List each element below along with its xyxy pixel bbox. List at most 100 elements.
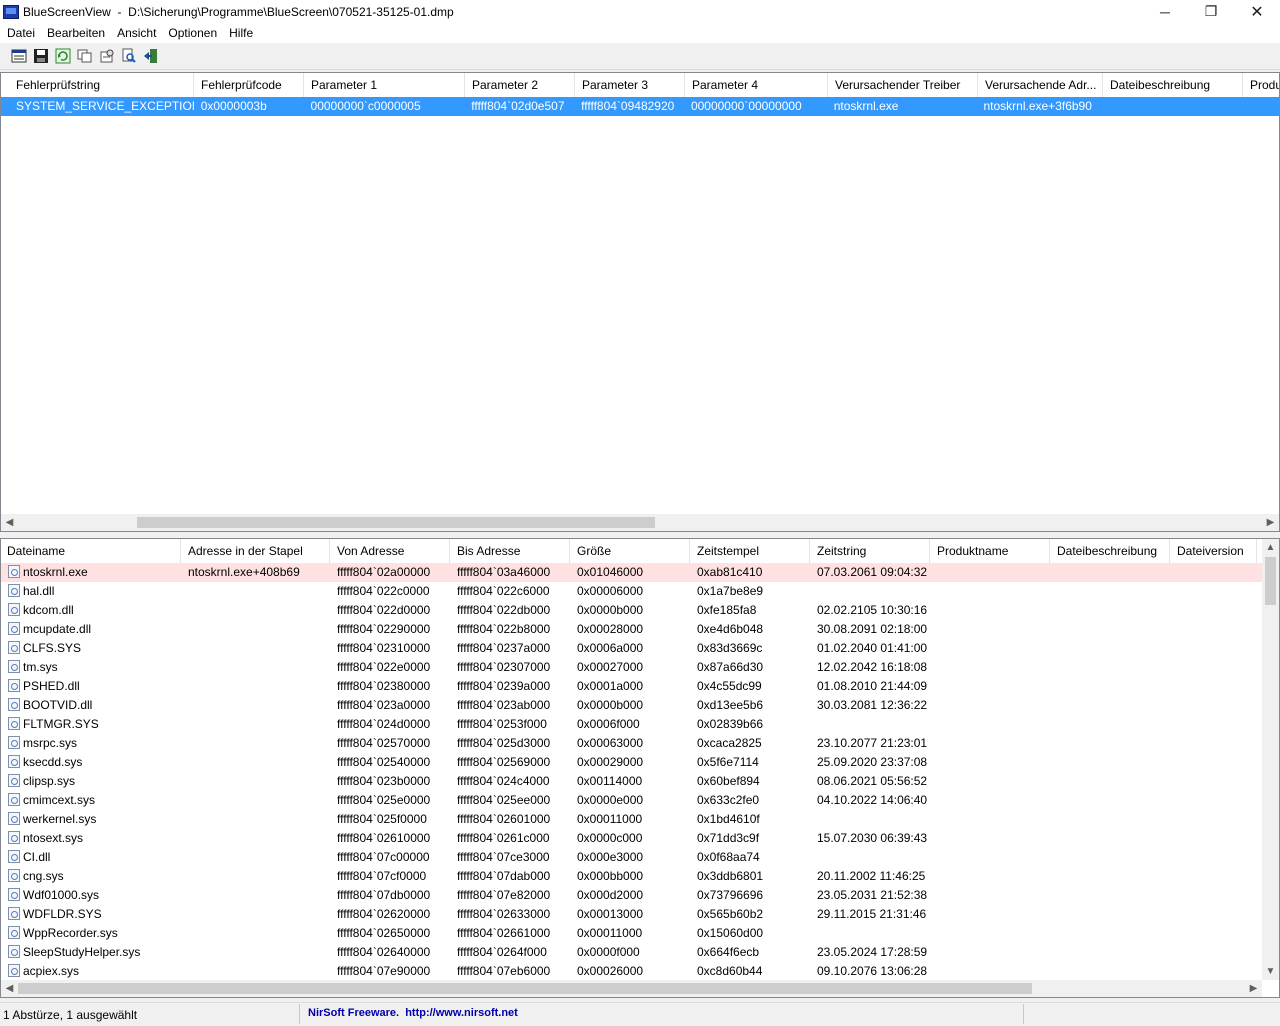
find-icon[interactable] xyxy=(118,45,140,67)
upper-col-fehlerpru-fstring[interactable]: Fehlerprüfstring xyxy=(1,73,194,97)
scroll-right-icon[interactable]: ▶ xyxy=(1262,514,1279,531)
lower-col-produktname[interactable]: Produktname xyxy=(930,539,1050,563)
filename-label: msrpc.sys xyxy=(23,736,77,750)
driver-list-header: Dateiname Adresse in der Stapel Von Adress… xyxy=(1,539,1257,563)
table-row[interactable]: cmimcext.sys fffff804`025e0000 fffff804`02… xyxy=(1,791,1262,810)
table-row[interactable]: mcupdate.dll fffff804`02290000 fffff804`02… xyxy=(1,620,1262,639)
filename-label: cmimcext.sys xyxy=(23,793,95,807)
table-cell: 23.10.2077 21:23:01 xyxy=(817,736,928,750)
table-row[interactable]: WppRecorder.sys fffff804`02650000 fffff804… xyxy=(1,924,1262,943)
crash-list[interactable]: Fehlerprüfstring Fehlerprüfcode Parameter … xyxy=(0,72,1280,532)
table-cell: fffff804`02610000 xyxy=(337,831,431,845)
table-cell xyxy=(181,620,330,639)
file-icon xyxy=(8,584,20,597)
menu-optionen[interactable]: Optionen xyxy=(162,23,223,43)
table-row[interactable]: clipsp.sys fffff804`023b0000 fffff804`024c… xyxy=(1,772,1262,791)
hscroll-thumb[interactable] xyxy=(18,983,1032,994)
table-row[interactable]: msrpc.sys fffff804`02570000 fffff804`025d3… xyxy=(1,734,1262,753)
lower-col-bis-adresse[interactable]: Bis Adresse xyxy=(450,539,570,563)
lower-col-dateibeschreibung[interactable]: Dateibeschreibung xyxy=(1050,539,1170,563)
table-row[interactable]: BOOTVID.dll fffff804`023a0000 fffff804`023… xyxy=(1,696,1262,715)
table-row[interactable]: PSHED.dll fffff804`02380000 fffff804`0239a… xyxy=(1,677,1262,696)
table-cell-filename: ksecdd.sys xyxy=(1,753,181,772)
table-cell: 0xab81c410 xyxy=(697,565,763,579)
scroll-left-icon[interactable]: ◀ xyxy=(1,514,18,531)
hscroll-thumb[interactable] xyxy=(137,517,655,528)
table-cell-filename: tm.sys xyxy=(1,658,181,677)
scroll-down-icon[interactable]: ▼ xyxy=(1262,963,1279,980)
menu-bar: Datei Bearbeiten Ansicht Optionen Hilfe xyxy=(0,23,1280,43)
table-row[interactable]: ntosext.sys fffff804`02610000 fffff804`026… xyxy=(1,829,1262,848)
table-row[interactable]: SYSTEM_SERVICE_EXCEPTION 0x0000003b 000000… xyxy=(1,97,1279,116)
driver-list[interactable]: Dateiname Adresse in der Stapel Von Adress… xyxy=(0,538,1280,998)
table-cell: 0x00011000 xyxy=(577,926,643,940)
scroll-left-icon[interactable]: ◀ xyxy=(1,980,18,997)
table-cell-filename: PSHED.dll xyxy=(1,677,181,696)
table-row[interactable]: FLTMGR.SYS fffff804`024d0000 fffff804`0253… xyxy=(1,715,1262,734)
table-row[interactable]: hal.dll fffff804`022c0000 fffff804`022c600… xyxy=(1,582,1262,601)
close-button[interactable]: ✕ xyxy=(1234,0,1280,23)
nirsoft-link[interactable]: NirSoft Freeware. http://www.nirsoft.net xyxy=(300,1003,1024,1024)
upper-col-parameter-3[interactable]: Parameter 3 xyxy=(575,73,685,97)
refresh-icon[interactable] xyxy=(52,45,74,67)
table-cell xyxy=(810,715,930,734)
lower-col-zeitstring[interactable]: Zeitstring xyxy=(810,539,930,563)
crash-list-hscrollbar[interactable]: ◀ ▶ xyxy=(1,514,1279,531)
vscroll-thumb[interactable] xyxy=(1265,557,1276,605)
copy-icon[interactable] xyxy=(74,45,96,67)
driver-list-vscrollbar[interactable]: ▲ ▼ xyxy=(1262,539,1279,980)
table-row[interactable]: cng.sys fffff804`07cf0000 fffff804`07dab00… xyxy=(1,867,1262,886)
hscroll-track[interactable] xyxy=(18,980,1245,997)
upper-col-parameter-1[interactable]: Parameter 1 xyxy=(304,73,465,97)
upper-col-fehlerpru-fcode[interactable]: Fehlerprüfcode xyxy=(194,73,304,97)
app-icon xyxy=(3,4,19,19)
table-row[interactable]: kdcom.dll fffff804`022d0000 fffff804`022db… xyxy=(1,601,1262,620)
table-row[interactable]: tm.sys fffff804`022e0000 fffff804`02307000… xyxy=(1,658,1262,677)
menu-datei[interactable]: Datei xyxy=(0,23,41,43)
table-row[interactable]: ksecdd.sys fffff804`02540000 fffff804`0256… xyxy=(1,753,1262,772)
file-icon xyxy=(8,793,20,806)
table-row[interactable]: werkernel.sys fffff804`025f0000 fffff804`0… xyxy=(1,810,1262,829)
upper-col-parameter-2[interactable]: Parameter 2 xyxy=(465,73,575,97)
menu-hilfe[interactable]: Hilfe xyxy=(223,23,259,43)
filename-label: werkernel.sys xyxy=(23,812,97,826)
driver-list-hscrollbar[interactable]: ◀ ▶ xyxy=(1,980,1262,997)
save-icon[interactable] xyxy=(30,45,52,67)
table-row[interactable]: CLFS.SYS fffff804`02310000 fffff804`0237a0… xyxy=(1,639,1262,658)
table-cell-filename: CLFS.SYS xyxy=(1,639,181,658)
scroll-right-icon[interactable]: ▶ xyxy=(1245,980,1262,997)
lower-col-dateiversion[interactable]: Dateiversion xyxy=(1170,539,1257,563)
menu-bearbeiten[interactable]: Bearbeiten xyxy=(41,23,111,43)
maximize-button[interactable]: ❐ xyxy=(1188,0,1234,23)
upper-col-produ[interactable]: Produ xyxy=(1243,73,1279,97)
upper-col-verursachender-treiber[interactable]: Verursachender Treiber xyxy=(828,73,978,97)
properties-icon[interactable] xyxy=(96,45,118,67)
upper-col-dateibeschreibung[interactable]: Dateibeschreibung xyxy=(1103,73,1243,97)
scroll-up-icon[interactable]: ▲ xyxy=(1262,539,1279,556)
table-row[interactable]: ntoskrnl.exe ntoskrnl.exe+408b69 fffff804`… xyxy=(1,563,1262,582)
table-cell: 0x87a66d30 xyxy=(697,660,764,674)
lower-col-zeitstempel[interactable]: Zeitstempel xyxy=(690,539,810,563)
upper-col-verursachende-adr[interactable]: Verursachende Adr... xyxy=(978,73,1103,97)
table-row[interactable]: acpiex.sys fffff804`07e90000 fffff804`07eb… xyxy=(1,962,1262,981)
table-row[interactable]: Wdf01000.sys fffff804`07db0000 fffff804`07… xyxy=(1,886,1262,905)
file-icon xyxy=(8,565,20,578)
hscroll-track[interactable] xyxy=(18,514,1262,531)
file-icon xyxy=(8,622,20,635)
filename-label: cng.sys xyxy=(23,869,64,883)
table-row[interactable]: WDFLDR.SYS fffff804`02620000 fffff804`0263… xyxy=(1,905,1262,924)
exit-icon[interactable] xyxy=(140,45,162,67)
html-report-icon[interactable] xyxy=(8,45,30,67)
upper-col-parameter-4[interactable]: Parameter 4 xyxy=(685,73,828,97)
table-row[interactable]: SleepStudyHelper.sys fffff804`02640000 fff… xyxy=(1,943,1262,962)
table-row[interactable]: CI.dll fffff804`07c00000 fffff804`07ce3000… xyxy=(1,848,1262,867)
minimize-button[interactable]: ─ xyxy=(1142,0,1188,23)
table-cell xyxy=(181,582,330,601)
lower-col-gro-e[interactable]: Größe xyxy=(570,539,690,563)
menu-ansicht[interactable]: Ansicht xyxy=(111,23,162,43)
filename-label: BOOTVID.dll xyxy=(23,698,93,712)
lower-col-von-adresse[interactable]: Von Adresse xyxy=(330,539,450,563)
lower-col-adresse-in-der-stapel[interactable]: Adresse in der Stapel xyxy=(181,539,330,563)
table-cell: 15.07.2030 06:39:43 xyxy=(817,831,928,845)
lower-col-dateiname[interactable]: Dateiname xyxy=(1,539,181,563)
